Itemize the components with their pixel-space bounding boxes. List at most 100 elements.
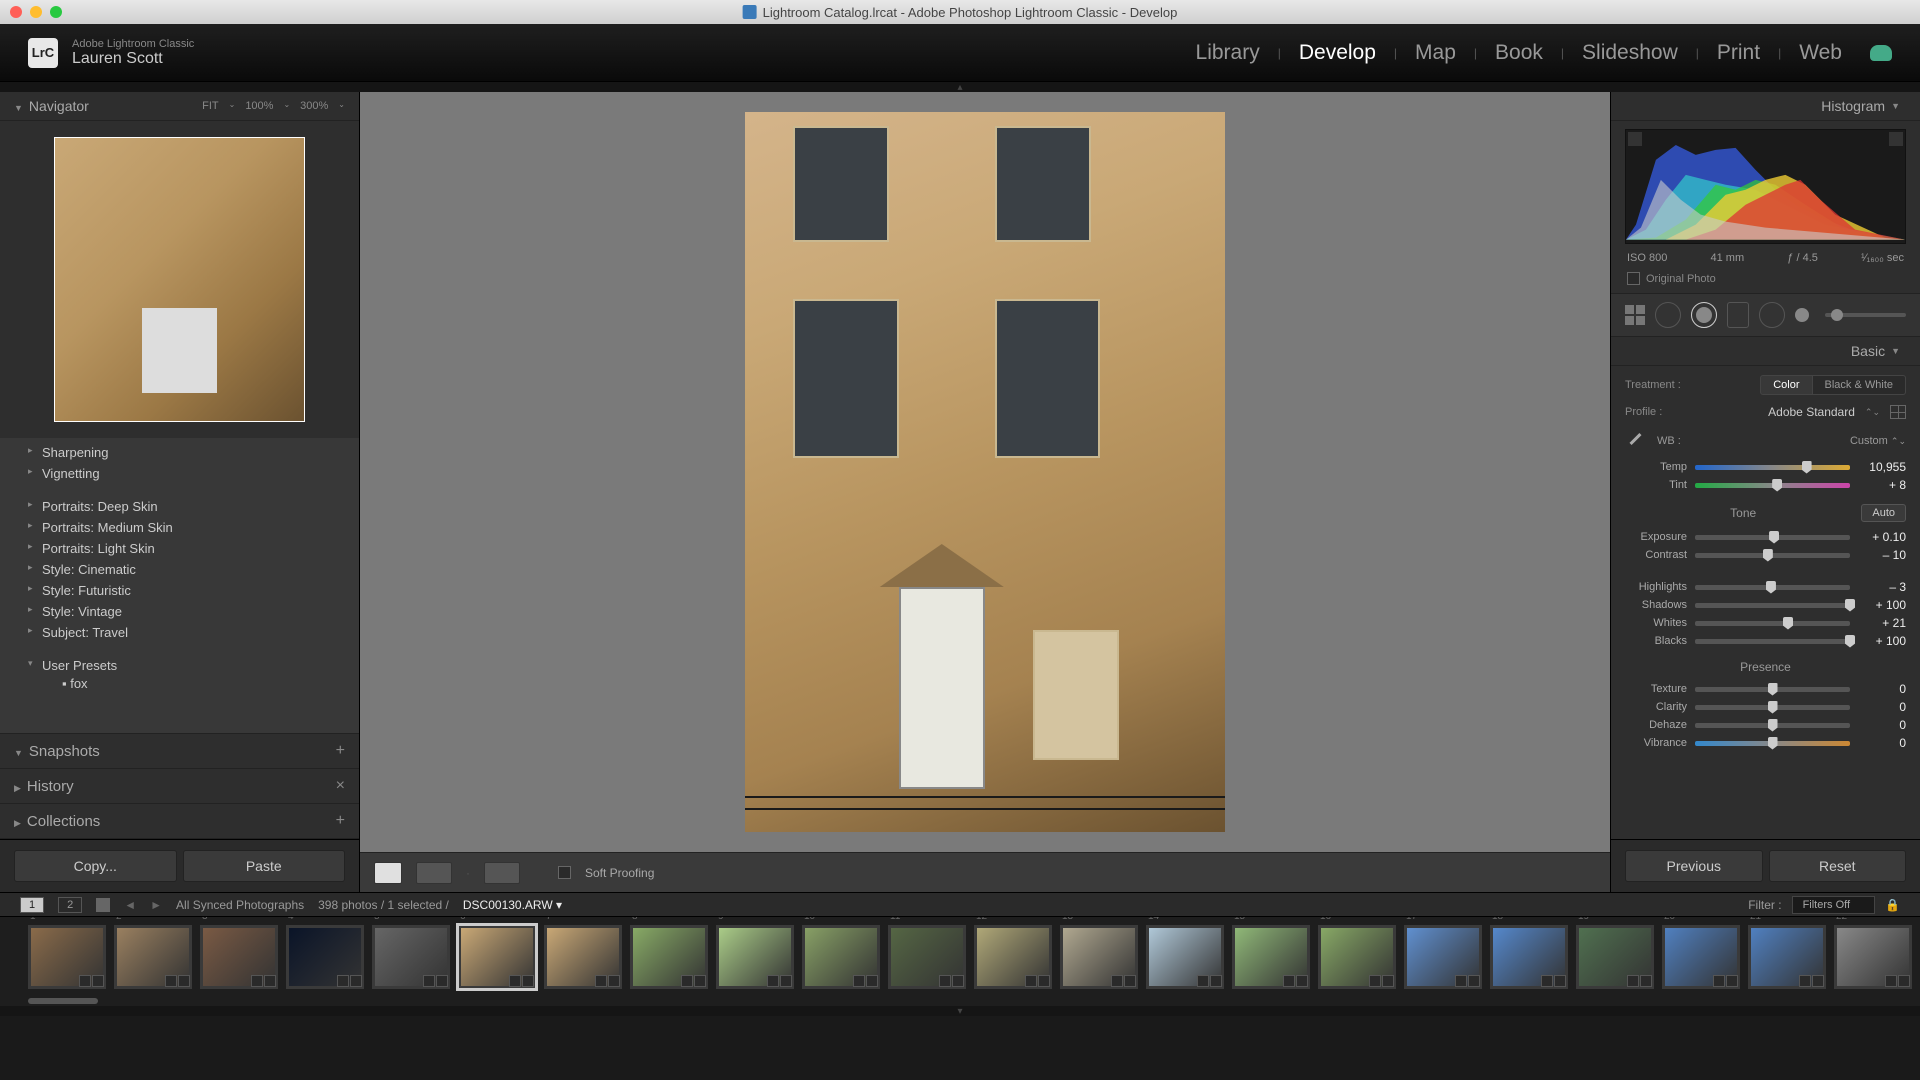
filter-lock-icon[interactable]: 🔒 — [1885, 898, 1900, 912]
nav-forward-icon[interactable]: ► — [150, 898, 162, 912]
filmstrip-thumb[interactable]: 18 — [1490, 925, 1568, 989]
reset-button[interactable]: Reset — [1769, 850, 1907, 882]
filmstrip-thumb[interactable]: 15 — [1232, 925, 1310, 989]
treatment-color[interactable]: Color — [1760, 375, 1812, 395]
basic-header[interactable]: Basic▼ — [1611, 337, 1920, 366]
minimize-icon[interactable] — [30, 6, 42, 18]
auto-tone-button[interactable]: Auto — [1861, 504, 1906, 522]
before-after-lr-button[interactable] — [416, 862, 452, 884]
identity-plate[interactable]: Lauren Scott — [72, 50, 194, 68]
filmstrip[interactable]: 12345678910111213141516171819202122 — [0, 916, 1920, 996]
paste-button[interactable]: Paste — [183, 850, 346, 882]
slider-contrast[interactable]: Contrast – 10 — [1625, 546, 1906, 564]
preset-portraits-medium-skin[interactable]: Portraits: Medium Skin — [0, 517, 359, 538]
slider-exposure[interactable]: Exposure + 0.10 — [1625, 528, 1906, 546]
preset-style-cinematic[interactable]: Style: Cinematic — [0, 559, 359, 580]
filmstrip-thumb[interactable]: 6 — [458, 925, 536, 989]
filmstrip-thumb[interactable]: 8 — [630, 925, 708, 989]
preset-sharpening[interactable]: Sharpening — [0, 442, 359, 463]
masking-icon[interactable] — [1625, 305, 1645, 325]
radial-filter-tool[interactable] — [1795, 308, 1809, 322]
maximize-icon[interactable] — [50, 6, 62, 18]
bottom-panel-toggle[interactable]: ▾ — [0, 1006, 1920, 1016]
red-eye-tool[interactable] — [1727, 302, 1749, 328]
navigator-preview[interactable] — [0, 121, 359, 438]
slider-dehaze[interactable]: Dehaze 0 — [1625, 716, 1906, 734]
filmstrip-thumb[interactable]: 17 — [1404, 925, 1482, 989]
collections-header[interactable]: ▶Collections + — [0, 803, 359, 839]
treatment-toggle[interactable]: Color Black & White — [1760, 375, 1906, 395]
wb-value[interactable]: Custom ⌃⌄ — [1850, 435, 1906, 447]
graduated-filter-tool[interactable] — [1759, 302, 1785, 328]
slider-vibrance[interactable]: Vibrance 0 — [1625, 734, 1906, 752]
navigator-zoom-options[interactable]: FIT⌄100%⌄300%⌄ — [202, 100, 345, 112]
preset-subject-travel[interactable]: Subject: Travel — [0, 622, 359, 643]
histogram[interactable] — [1625, 129, 1906, 244]
zoom-fit[interactable]: FIT — [202, 100, 219, 112]
sync-cloud-icon[interactable] — [1870, 45, 1892, 61]
filmstrip-thumb[interactable]: 21 — [1748, 925, 1826, 989]
preset-portraits-deep-skin[interactable]: Portraits: Deep Skin — [0, 496, 359, 517]
filmstrip-filename[interactable]: DSC00130.ARW ▾ — [463, 898, 562, 912]
grid-view-icon[interactable] — [96, 898, 110, 912]
preset-user-presets[interactable]: User Presets — [0, 655, 359, 676]
zoom-300[interactable]: 300% — [300, 100, 328, 112]
slider-texture[interactable]: Texture 0 — [1625, 680, 1906, 698]
filmstrip-thumb[interactable]: 9 — [716, 925, 794, 989]
filmstrip-thumb[interactable]: 11 — [888, 925, 966, 989]
filter-dropdown[interactable]: Filters Off — [1792, 896, 1875, 914]
slider-clarity[interactable]: Clarity 0 — [1625, 698, 1906, 716]
copy-button[interactable]: Copy... — [14, 850, 177, 882]
slider-highlights[interactable]: Highlights – 3 — [1625, 578, 1906, 596]
original-photo-toggle[interactable]: Original Photo — [1611, 270, 1920, 293]
treatment-bw[interactable]: Black & White — [1813, 375, 1906, 395]
filmstrip-thumb[interactable]: 14 — [1146, 925, 1224, 989]
filmstrip-thumb[interactable]: 20 — [1662, 925, 1740, 989]
primary-display-button[interactable]: 1 — [20, 897, 44, 913]
filmstrip-thumb[interactable]: 7 — [544, 925, 622, 989]
module-print[interactable]: Print — [1717, 41, 1760, 65]
white-balance-dropper-icon[interactable] — [1625, 430, 1647, 452]
filmstrip-thumb[interactable]: 10 — [802, 925, 880, 989]
history-header[interactable]: ▶History × — [0, 768, 359, 803]
module-book[interactable]: Book — [1495, 41, 1543, 65]
top-panel-toggle[interactable]: ▴ — [0, 82, 1920, 92]
filmstrip-thumb[interactable]: 4 — [286, 925, 364, 989]
tool-amount-slider[interactable] — [1825, 313, 1906, 317]
loupe-view-button[interactable] — [374, 862, 402, 884]
preset-style-vintage[interactable]: Style: Vintage — [0, 601, 359, 622]
filmstrip-thumb[interactable]: 5 — [372, 925, 450, 989]
preset-portraits-light-skin[interactable]: Portraits: Light Skin — [0, 538, 359, 559]
histogram-header[interactable]: Histogram▼ — [1611, 92, 1920, 121]
nav-back-icon[interactable]: ◄ — [124, 898, 136, 912]
soft-proofing-checkbox[interactable] — [558, 866, 571, 879]
crop-tool[interactable] — [1655, 302, 1681, 328]
filmstrip-thumb[interactable]: 22 — [1834, 925, 1912, 989]
preset-vignetting[interactable]: Vignetting — [0, 463, 359, 484]
preset-style-futuristic[interactable]: Style: Futuristic — [0, 580, 359, 601]
filmstrip-thumb[interactable]: 12 — [974, 925, 1052, 989]
slider-whites[interactable]: Whites + 21 — [1625, 614, 1906, 632]
slider-temp[interactable]: Temp 10,955 — [1625, 458, 1906, 476]
module-slideshow[interactable]: Slideshow — [1582, 41, 1678, 65]
filmstrip-source[interactable]: All Synced Photographs — [176, 898, 304, 912]
filmstrip-thumb[interactable]: 13 — [1060, 925, 1138, 989]
filmstrip-thumb[interactable]: 2 — [114, 925, 192, 989]
spot-removal-tool[interactable] — [1691, 302, 1717, 328]
filmstrip-scrollbar[interactable] — [0, 996, 1920, 1006]
module-develop[interactable]: Develop — [1299, 41, 1376, 65]
before-after-tb-button[interactable] — [484, 862, 520, 884]
filmstrip-thumb[interactable]: 16 — [1318, 925, 1396, 989]
close-icon[interactable] — [10, 6, 22, 18]
plus-icon[interactable]: + — [336, 812, 345, 830]
snapshots-header[interactable]: ▼Snapshots + — [0, 733, 359, 768]
filmstrip-thumb[interactable]: 19 — [1576, 925, 1654, 989]
profile-browser-icon[interactable] — [1890, 405, 1906, 419]
module-map[interactable]: Map — [1415, 41, 1456, 65]
previous-button[interactable]: Previous — [1625, 850, 1763, 882]
navigator-header[interactable]: ▼Navigator FIT⌄100%⌄300%⌄ — [0, 92, 359, 121]
slider-tint[interactable]: Tint + 8 — [1625, 476, 1906, 494]
secondary-display-button[interactable]: 2 — [58, 897, 82, 913]
close-icon[interactable]: × — [336, 777, 345, 795]
filmstrip-thumb[interactable]: 1 — [28, 925, 106, 989]
